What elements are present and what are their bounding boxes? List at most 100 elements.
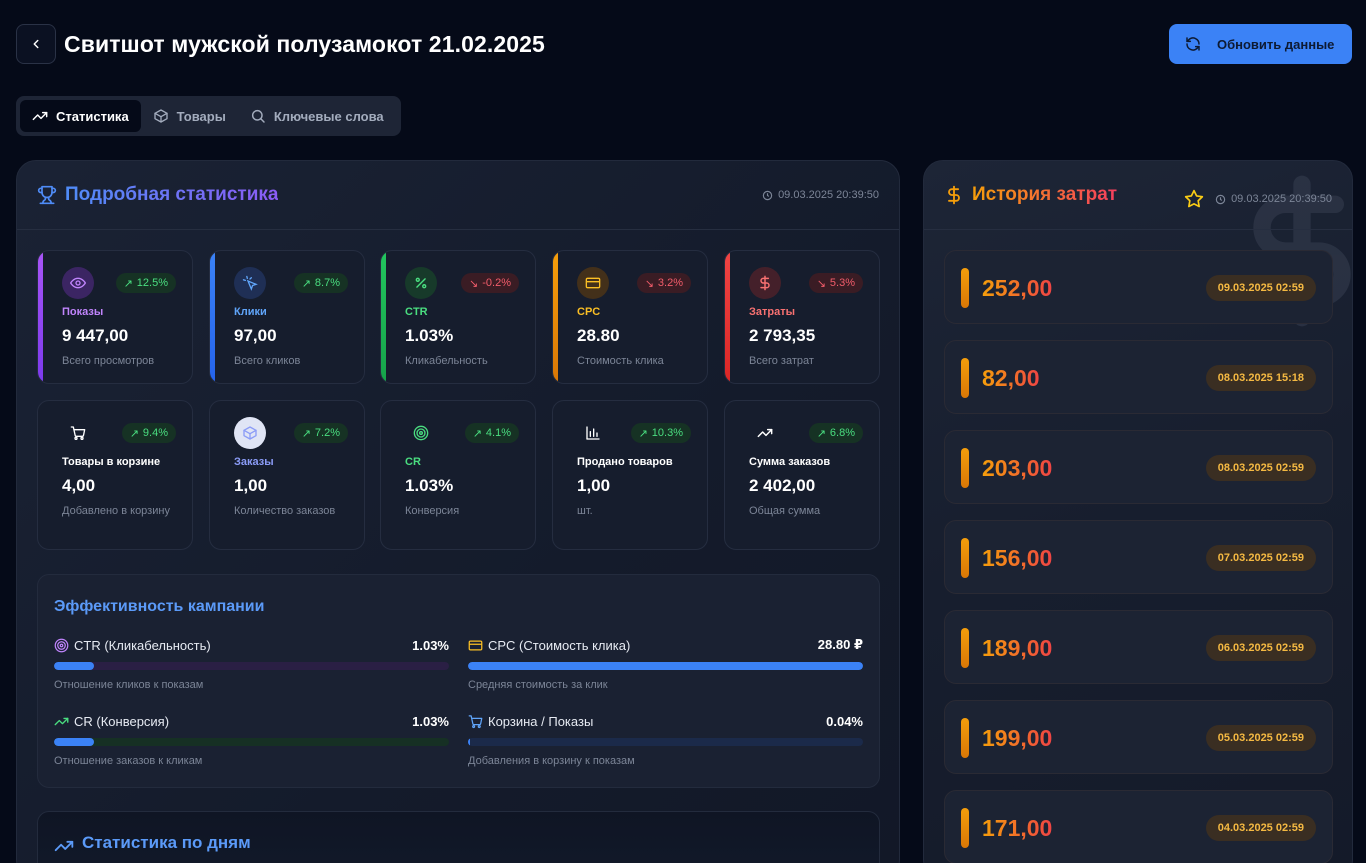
tab-statistics[interactable]: Статистика [20, 100, 141, 132]
stat-subtitle: Стоимость клика [577, 355, 664, 367]
cost-date-badge: 08.03.2025 15:18 [1205, 365, 1316, 391]
progress-fill [54, 738, 94, 746]
stat-icon-wrap [405, 417, 437, 449]
stat-value: 1.03% [405, 326, 454, 345]
stat-card-impressions: ↗ 12.5% Показы 9 447,00 Всего просмотров [37, 250, 193, 384]
cost-history-item: 156,00 07.03.2025 02:59 [944, 520, 1333, 594]
metric-value: 1.03% [412, 713, 449, 729]
stat-card-clicks: ↗ 8.7% Клики 97,00 Всего кликов [209, 250, 365, 384]
change-badge: ↗ 9.4% [121, 423, 176, 443]
stat-subtitle: Общая сумма [749, 505, 821, 517]
cost-indicator-bar [961, 718, 969, 758]
metric-description: Средняя стоимость за клик [468, 679, 608, 691]
stat-icon-wrap [234, 267, 266, 299]
target-icon [413, 425, 429, 441]
metric-cart-impressions: Корзина / Показы 0.04% Добавления в корз… [468, 712, 863, 772]
stat-icon-wrap [577, 267, 609, 299]
badge-text: 9.4% [142, 427, 168, 439]
progress-fill [468, 662, 863, 670]
trending-up-icon [32, 111, 48, 121]
stat-icon-wrap [749, 417, 781, 449]
campaign-efficiency-card: Эффективность кампании CTR (Кликабельнос… [37, 574, 880, 788]
change-badge: ↘ 3.2% [636, 273, 691, 293]
arrow-up-right-icon: ↗ [301, 277, 311, 290]
stat-icon-wrap [234, 417, 266, 449]
cost-date-badge: 07.03.2025 02:59 [1205, 545, 1316, 571]
cost-history-item: 252,00 09.03.2025 02:59 [944, 250, 1333, 324]
stat-label: CR [405, 456, 421, 468]
stat-value: 1,00 [577, 476, 611, 495]
change-badge: ↗ 4.1% [464, 423, 519, 443]
cost-date-badge: 04.03.2025 02:59 [1205, 815, 1316, 841]
stat-label: CPC [577, 306, 601, 318]
metric-description: Отношение заказов к кликам [54, 755, 203, 767]
stat-label: Заказы [234, 456, 274, 468]
cost-indicator-bar [961, 268, 969, 308]
search-icon [251, 109, 265, 123]
metric-name: CR (Конверсия) [74, 713, 170, 729]
tab-products[interactable]: Товары [141, 100, 238, 132]
stat-card-spend: ↘ 5.3% Затраты 2 793,35 Всего затрат [724, 250, 880, 384]
cost-date-badge: 05.03.2025 02:59 [1205, 725, 1316, 751]
cost-history-panel: История затрат 09.03.2025 20:39:50 252,0… [923, 160, 1353, 863]
stat-card-cr: ↗ 4.1% CR 1.03% Конверсия [380, 400, 536, 550]
trending-up-icon [54, 840, 74, 852]
last-updated: 09.03.2025 20:39:50 [762, 189, 879, 201]
trending-up-icon [757, 428, 773, 438]
change-badge: ↗ 8.7% [293, 273, 348, 293]
panel-header: История затрат 09.03.2025 20:39:50 [924, 161, 1352, 230]
cost-amount: 199,00 [982, 725, 1053, 751]
stat-label: Сумма заказов [749, 456, 831, 468]
cost-amount: 252,00 [982, 275, 1053, 301]
stat-card-cpc: ↘ 3.2% CPC 28.80 Стоимость клика [552, 250, 708, 384]
tab-label: Товары [176, 108, 226, 124]
panel-header: Подробная статистика 09.03.2025 20:39:50 [17, 161, 899, 230]
change-badge: ↘ 5.3% [808, 273, 863, 293]
stat-card-ctr: ↘ -0.2% CTR 1.03% Кликабельность [380, 250, 536, 384]
tab-label: Статистика [56, 108, 129, 124]
tab-bar: Статистика Товары Ключевые слова [16, 96, 401, 136]
cost-amount: 189,00 [982, 635, 1053, 661]
bar-chart-icon [586, 426, 600, 440]
tab-label: Ключевые слова [273, 108, 384, 124]
back-button[interactable] [16, 24, 56, 64]
cart-icon [70, 426, 86, 440]
arrow-down-right-icon: ↘ [816, 277, 826, 290]
clock-icon [1215, 194, 1226, 204]
stat-label: Показы [62, 306, 104, 318]
efficiency-title: Эффективность кампании [54, 598, 265, 615]
arrow-up-right-icon: ↗ [129, 427, 139, 440]
trending-up-icon [54, 717, 69, 725]
clock-icon [762, 190, 773, 200]
stat-label: Клики [234, 306, 267, 318]
percent-icon [415, 277, 427, 289]
tab-keywords[interactable]: Ключевые слова [238, 100, 396, 132]
credit-card-icon [585, 277, 601, 289]
daily-stats-card: Статистика по дням [37, 811, 880, 863]
refresh-data-button[interactable]: Обновить данные [1169, 24, 1352, 64]
arrow-down-right-icon: ↘ [644, 277, 654, 290]
daily-stats-title: Статистика по дням [82, 833, 251, 852]
arrow-down-right-icon: ↘ [469, 277, 479, 290]
dollar-icon [948, 185, 960, 205]
progress-track [468, 662, 863, 670]
progress-track [54, 738, 449, 746]
change-badge: ↗ 7.2% [293, 423, 348, 443]
stat-subtitle: Всего просмотров [62, 355, 155, 367]
cost-amount: 82,00 [982, 365, 1040, 391]
badge-text: 6.8% [829, 427, 855, 439]
cost-history-item: 199,00 05.03.2025 02:59 [944, 700, 1333, 774]
progress-fill [54, 662, 94, 670]
cost-amount: 156,00 [982, 545, 1053, 571]
metric-cpc: CPC (Стоимость клика) 28.80 ₽ Средняя ст… [468, 636, 863, 696]
panel-title: Подробная статистика [65, 184, 279, 205]
stat-value: 1.03% [405, 476, 454, 495]
stat-icon-wrap [749, 267, 781, 299]
star-icon[interactable] [1184, 189, 1204, 209]
last-updated: 09.03.2025 20:39:50 [1184, 189, 1332, 209]
metric-value: 1.03% [412, 637, 449, 653]
arrow-up-right-icon: ↗ [816, 427, 826, 440]
package-icon [154, 109, 168, 123]
cost-amount: 203,00 [982, 455, 1053, 481]
dollar-icon [760, 275, 770, 291]
